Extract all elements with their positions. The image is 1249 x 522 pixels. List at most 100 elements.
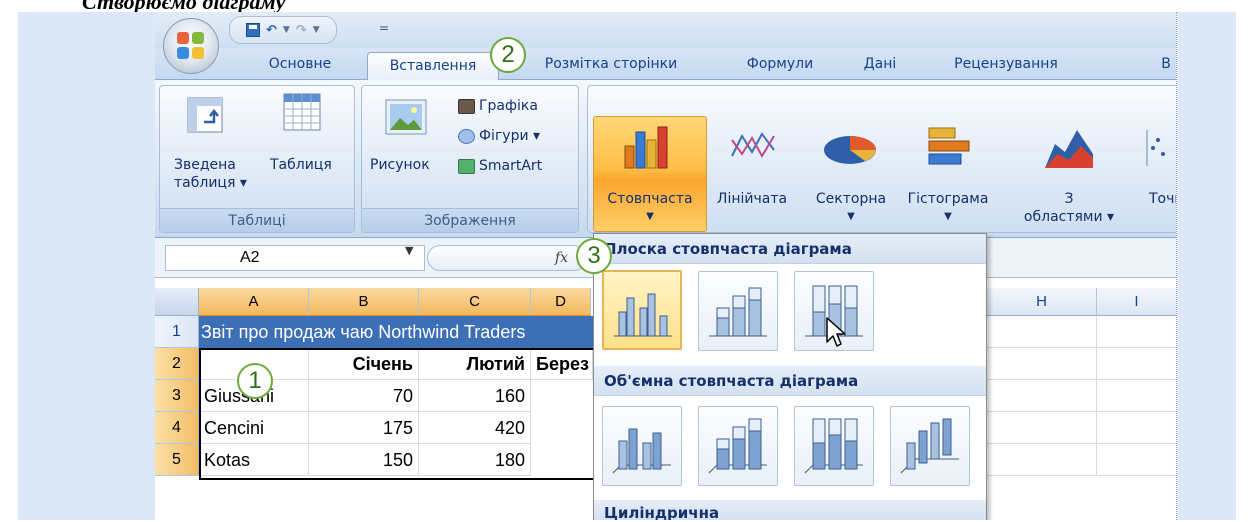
row-header-1[interactable]: 1 bbox=[155, 316, 199, 348]
clustered-column-option[interactable] bbox=[602, 270, 682, 350]
tab-page-layout[interactable]: Розмітка сторінки bbox=[525, 48, 697, 80]
office-button[interactable] bbox=[163, 18, 219, 74]
area-chart-icon bbox=[1045, 130, 1093, 168]
clipart-button[interactable]: Графіка bbox=[458, 98, 538, 114]
empty-cell[interactable] bbox=[987, 316, 1097, 348]
empty-cell[interactable] bbox=[987, 380, 1097, 412]
empty-cell[interactable] bbox=[1097, 380, 1176, 412]
stacked-column-option[interactable] bbox=[698, 271, 778, 351]
tab-data[interactable]: Дані bbox=[855, 48, 905, 80]
empty-cell[interactable] bbox=[987, 412, 1097, 444]
empty-cell[interactable] bbox=[987, 444, 1097, 476]
column-chart-icon bbox=[624, 126, 668, 169]
pivot-table-button[interactable]: Зведена таблиця ▾ bbox=[174, 156, 247, 192]
value-cell[interactable]: 180 bbox=[419, 444, 531, 476]
line-chart-icon bbox=[731, 132, 775, 158]
shapes-icon bbox=[458, 128, 475, 144]
save-icon[interactable] bbox=[246, 23, 260, 37]
column-header-a[interactable]: A bbox=[199, 288, 309, 316]
empty-cell[interactable] bbox=[1097, 412, 1176, 444]
empty-cell[interactable] bbox=[987, 348, 1097, 380]
bar-chart-icon bbox=[928, 127, 970, 165]
3d-clustered-column-icon bbox=[612, 428, 671, 474]
empty-cell[interactable] bbox=[1097, 316, 1176, 348]
smartart-button[interactable]: SmartArt bbox=[458, 158, 542, 174]
row-header-2[interactable]: 2 bbox=[155, 348, 199, 380]
bar-chart-dropdown-icon: ▼ bbox=[944, 211, 952, 222]
stacked-column-icon bbox=[709, 287, 767, 337]
name-box[interactable]: A2 bbox=[165, 245, 425, 271]
select-all-corner[interactable] bbox=[155, 288, 199, 316]
tables-group-label: Таблиці bbox=[160, 208, 354, 232]
picture-icon bbox=[385, 99, 427, 135]
value-cell[interactable]: 150 bbox=[309, 444, 419, 476]
3d-percent-stacked-column-option[interactable] bbox=[794, 406, 874, 486]
redo-dropdown-icon[interactable]: ▼ bbox=[313, 25, 320, 35]
3d-clustered-column-option[interactable] bbox=[602, 406, 682, 486]
undo-icon[interactable]: ↶ bbox=[266, 23, 277, 38]
tab-insert[interactable]: Вставлення bbox=[367, 52, 499, 81]
value-cell[interactable]: 175 bbox=[309, 412, 419, 444]
3d-column-header: Об'ємна стовпчаста діаграма bbox=[594, 366, 986, 396]
scatter-chart-button[interactable]: Точк bbox=[1149, 190, 1176, 208]
picture-button[interactable]: Рисунок bbox=[370, 156, 430, 174]
3d-column-option[interactable] bbox=[890, 406, 970, 486]
value-cell[interactable]: 420 bbox=[419, 412, 531, 444]
name-cell[interactable]: Kotas bbox=[199, 444, 309, 476]
quick-access-toolbar: ↶ ▼ ↷ ▼ bbox=[229, 16, 337, 44]
column-chart-gallery: Плоска стовпчаста діаграма Об'ємна стовп… bbox=[593, 233, 987, 520]
row-header-3[interactable]: 3 bbox=[155, 380, 199, 412]
value-cell[interactable]: 70 bbox=[309, 380, 419, 412]
illustrations-group: Рисунок Графіка Фігури ▾ SmartArt Зображ… bbox=[361, 85, 579, 233]
office-logo-icon bbox=[177, 32, 205, 60]
table-button[interactable]: Таблиця bbox=[270, 156, 332, 174]
empty-cell[interactable] bbox=[1097, 348, 1176, 380]
header-cell[interactable]: Січень bbox=[309, 348, 419, 380]
pie-chart-icon bbox=[824, 136, 876, 164]
column-header-i[interactable]: I bbox=[1097, 288, 1176, 316]
bar-chart-button[interactable]: Гістограма bbox=[897, 190, 999, 208]
scatter-chart-icon bbox=[1146, 130, 1165, 166]
row-header-5[interactable]: 5 bbox=[155, 444, 199, 476]
step-3-callout: 3 bbox=[576, 238, 612, 274]
flat-column-header: Плоска стовпчаста діаграма bbox=[594, 234, 986, 264]
cylinder-header: Циліндрична bbox=[594, 500, 986, 520]
tab-home[interactable]: Основне bbox=[255, 48, 345, 80]
tab-review[interactable]: Рецензування bbox=[931, 48, 1081, 80]
tables-group: Зведена таблиця ▾ Таблиця Таблиці bbox=[159, 85, 355, 233]
step-2-callout: 2 bbox=[490, 37, 526, 73]
3d-percent-stacked-column-icon bbox=[804, 418, 863, 474]
pie-chart-dropdown-icon: ▼ bbox=[847, 211, 855, 222]
name-box-dropdown-icon[interactable]: ▼ bbox=[405, 244, 413, 257]
mouse-cursor-icon bbox=[826, 317, 846, 347]
header-cell[interactable]: Берез bbox=[531, 348, 593, 380]
excel-window: ↶ ▼ ↷ ▼ = Основне Вставлення Розмітка ст… bbox=[155, 12, 1177, 520]
customize-qat-button[interactable]: = bbox=[379, 21, 389, 35]
column-header-c[interactable]: C bbox=[419, 288, 531, 316]
column-header-h[interactable]: H bbox=[987, 288, 1097, 316]
redo-icon[interactable]: ↷ bbox=[296, 23, 307, 38]
name-cell[interactable]: Cencini bbox=[199, 412, 309, 444]
empty-cell[interactable] bbox=[1097, 444, 1176, 476]
3d-stacked-column-option[interactable] bbox=[698, 406, 778, 486]
step-1-callout: 1 bbox=[237, 363, 273, 399]
shapes-button[interactable]: Фігури ▾ bbox=[458, 128, 540, 144]
row-header-4[interactable]: 4 bbox=[155, 412, 199, 444]
tab-view[interactable]: В bbox=[1155, 48, 1176, 80]
report-title-cell[interactable]: Звіт про продаж чаю Northwind Traders bbox=[199, 316, 599, 348]
area-chart-button[interactable]: З областями ▾ bbox=[1013, 190, 1125, 226]
ribbon: Зведена таблиця ▾ Таблиця Таблиці Рисуно… bbox=[155, 80, 1176, 238]
column-header-d[interactable]: D bbox=[531, 288, 591, 316]
value-cell[interactable]: 160 bbox=[419, 380, 531, 412]
pie-chart-button[interactable]: Секторна bbox=[805, 190, 897, 208]
3d-stacked-column-icon bbox=[708, 418, 767, 474]
tab-formulas[interactable]: Формули bbox=[735, 48, 825, 80]
column-header-b[interactable]: B bbox=[309, 288, 419, 316]
clipart-icon bbox=[458, 98, 475, 114]
undo-dropdown-icon[interactable]: ▼ bbox=[283, 25, 290, 35]
line-chart-button[interactable]: Лінійчата bbox=[707, 190, 797, 208]
insert-function-icon[interactable]: fx bbox=[555, 250, 568, 266]
header-cell[interactable]: Лютий bbox=[419, 348, 531, 380]
illustrations-group-label: Зображення bbox=[362, 208, 578, 232]
column-chart-dropdown-icon: ▼ bbox=[646, 211, 654, 222]
